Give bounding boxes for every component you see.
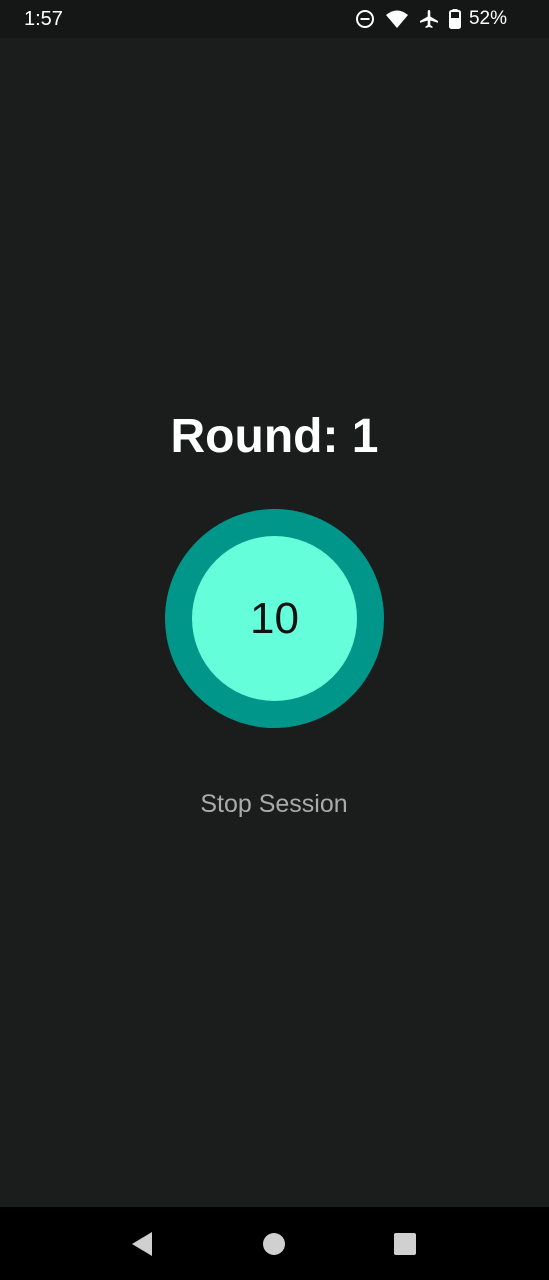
navigation-bar [0,1207,549,1280]
wifi-icon [385,9,409,29]
battery-percent: 52% [468,8,507,29]
recents-button[interactable] [392,1231,418,1257]
timer-circle: 10 [192,536,357,701]
status-icons: 52% [355,7,507,31]
timer-ring: 10 [165,509,384,728]
round-title: Round: 1 [170,410,379,463]
airplane-mode-icon [419,9,439,29]
back-button[interactable] [129,1231,155,1257]
status-time: 1:57 [24,8,63,30]
home-icon [263,1233,285,1255]
status-bar: 1:57 52% [0,0,549,38]
recents-icon [394,1233,416,1255]
breathing-session-screen: 1:57 52% Round: 1 10 Stop Session [0,0,549,1280]
battery-icon [448,9,461,29]
back-icon [132,1232,152,1256]
do-not-disturb-icon [355,9,375,29]
stop-session-button[interactable]: Stop Session [174,782,374,826]
timer-countdown: 10 [250,593,299,643]
home-button[interactable] [261,1231,287,1257]
